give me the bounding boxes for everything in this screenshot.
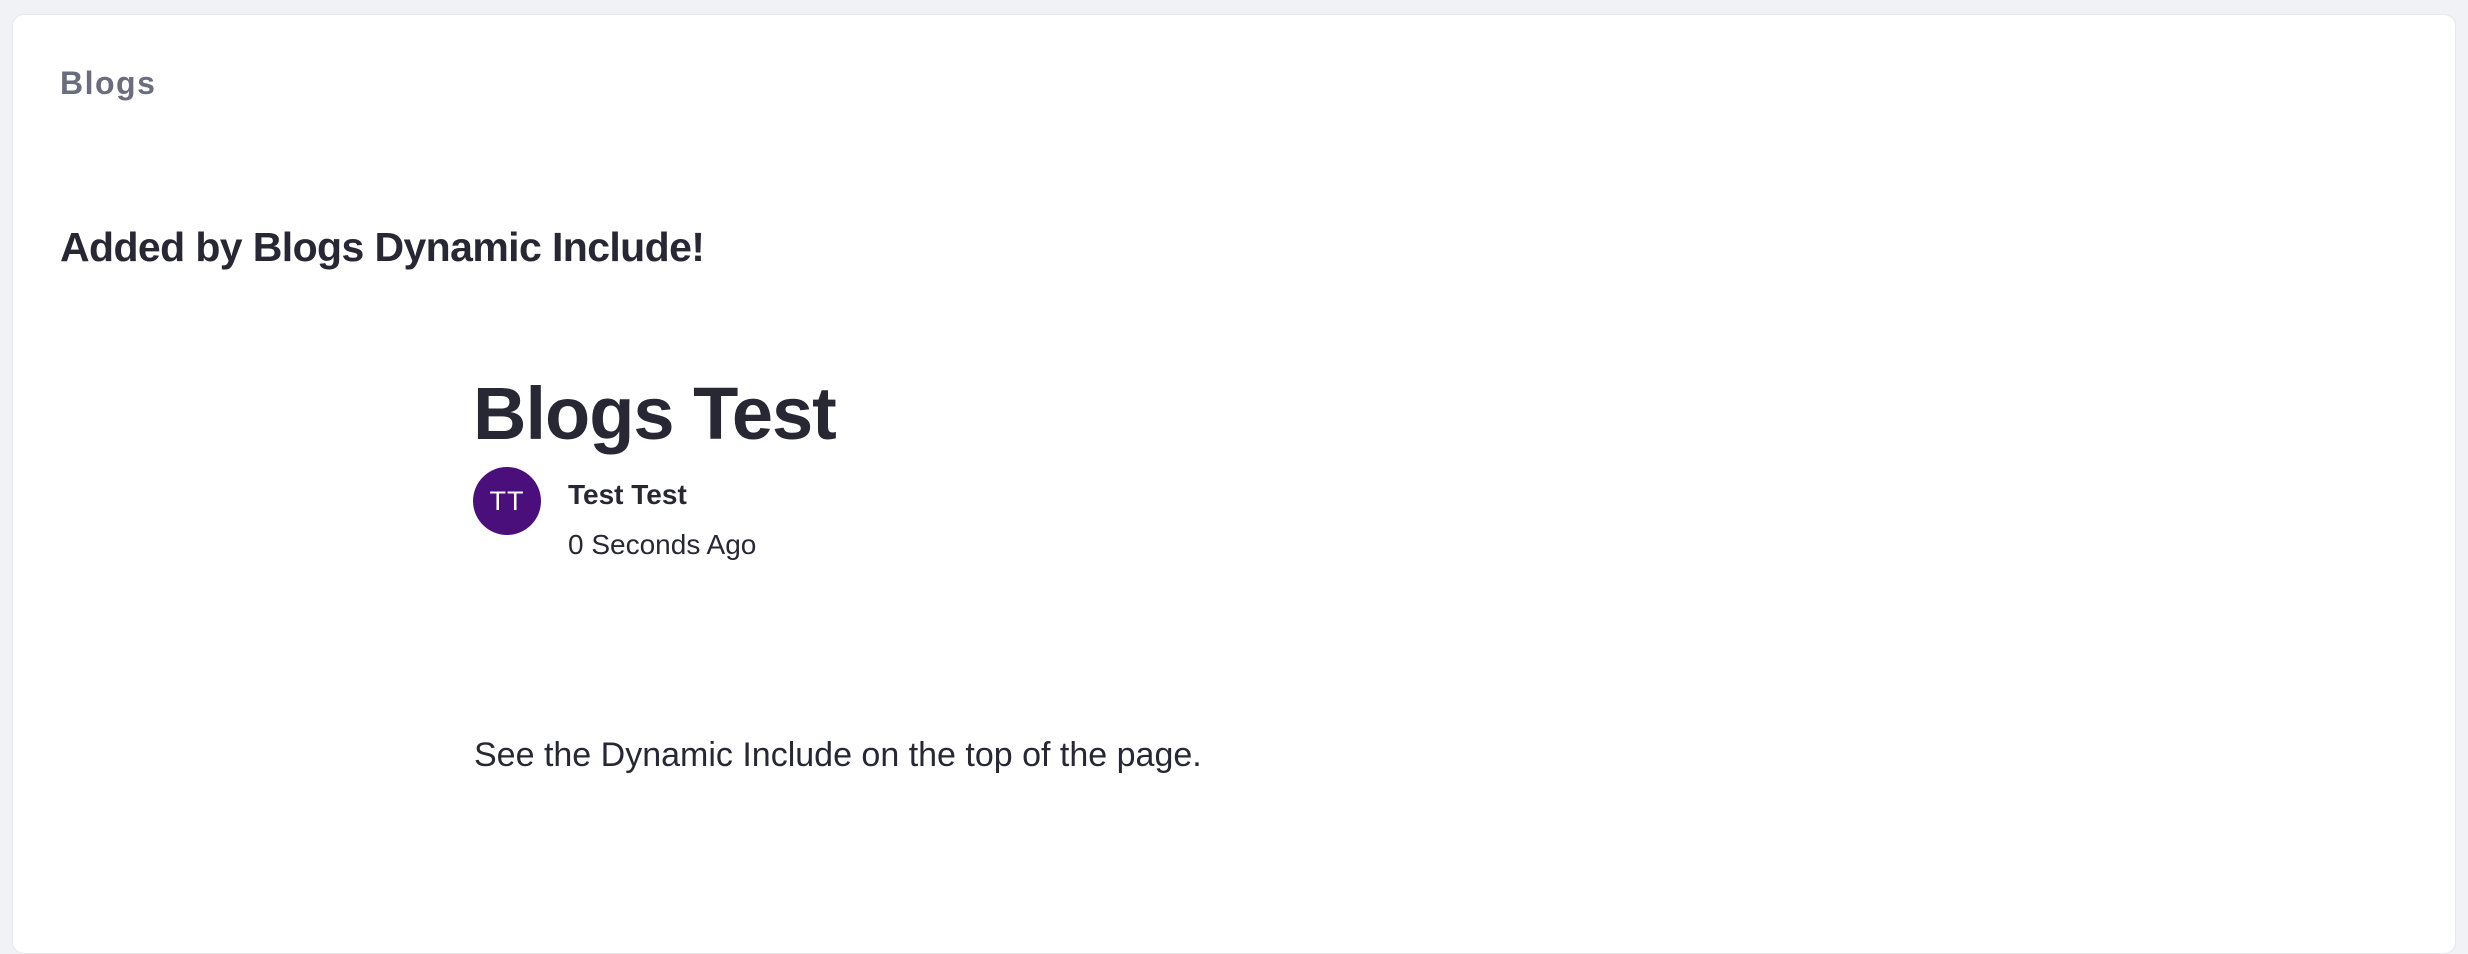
- blogs-portlet: Blogs Added by Blogs Dynamic Include! Bl…: [12, 14, 2456, 954]
- portlet-title: Blogs: [60, 65, 157, 101]
- blog-entry-title[interactable]: Blogs Test: [473, 375, 837, 453]
- entry-date: 0 Seconds Ago: [568, 529, 757, 560]
- author-avatar[interactable]: TT: [473, 467, 541, 535]
- dynamic-include-message: Added by Blogs Dynamic Include!: [60, 224, 705, 270]
- author-name[interactable]: Test Test: [568, 481, 687, 509]
- blog-entry-body: See the Dynamic Include on the top of th…: [474, 736, 1202, 774]
